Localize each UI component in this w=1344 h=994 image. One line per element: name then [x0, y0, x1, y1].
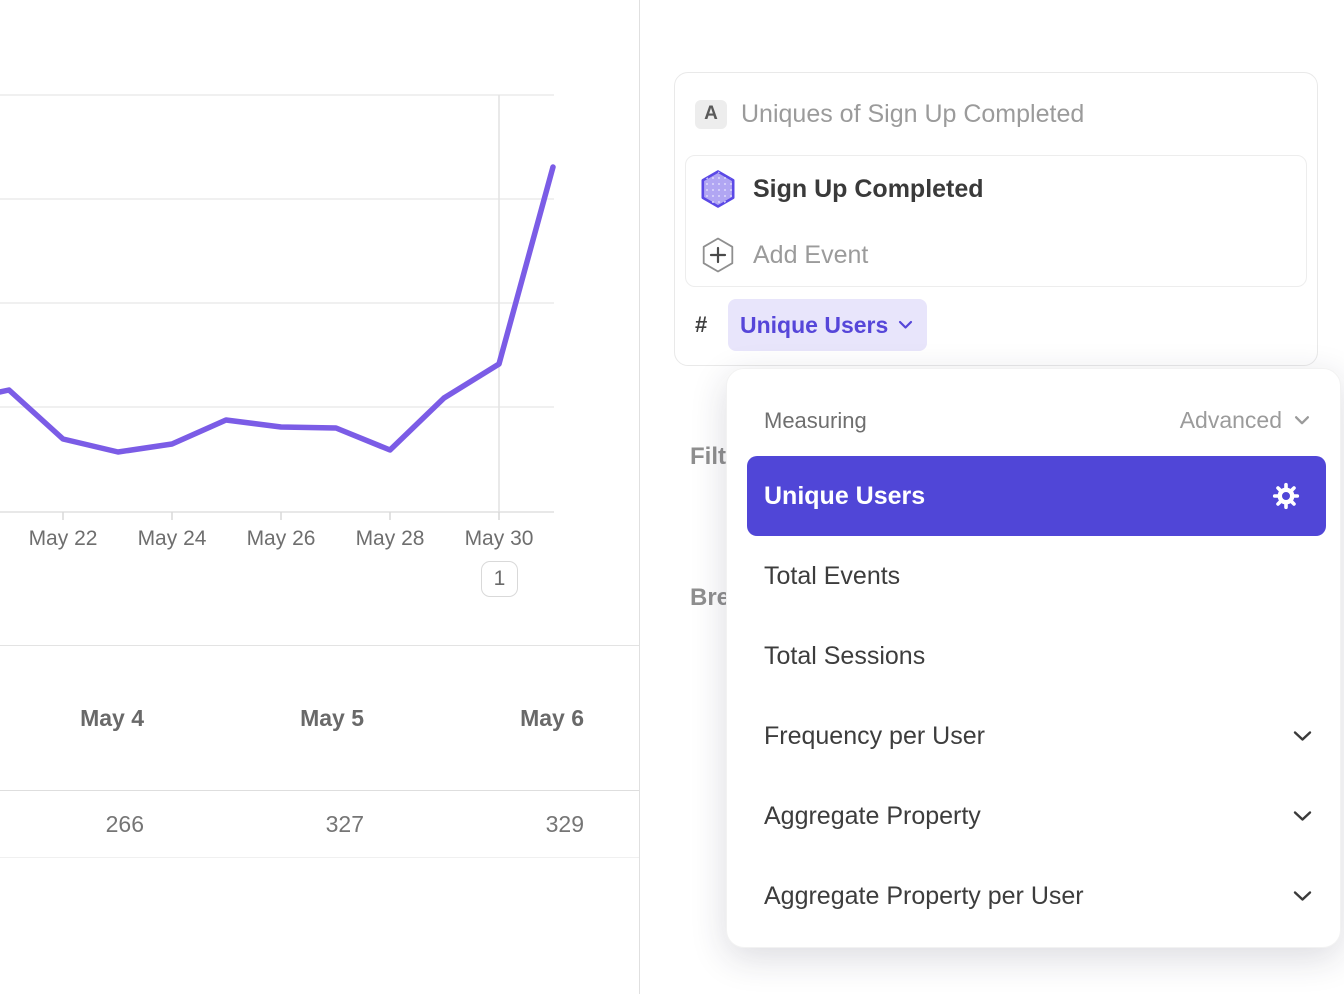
- svg-text:May 22: May 22: [29, 527, 98, 550]
- menu-item-label: Frequency per User: [764, 722, 1293, 751]
- event-row[interactable]: Sign Up Completed: [686, 156, 1306, 222]
- add-event-plus-icon: [699, 236, 737, 274]
- event-card: Sign Up Completed Add Event: [685, 155, 1307, 287]
- measuring-dropdown-header: Measuring Advanced: [727, 369, 1340, 456]
- menu-item-label: Unique Users: [764, 482, 1271, 511]
- measuring-menu-list: Unique Users Total Events Total Sessions F…: [727, 456, 1340, 936]
- filter-section-label: Filt: [690, 443, 726, 471]
- svg-text:May 26: May 26: [247, 527, 316, 550]
- column-header: May 4: [0, 705, 144, 732]
- table-value: 327: [144, 811, 364, 838]
- chevron-down-icon: [898, 320, 913, 330]
- menu-item-label: Aggregate Property per User: [764, 882, 1293, 911]
- add-event-label: Add Event: [753, 241, 868, 270]
- page-number-badge[interactable]: 1: [481, 561, 518, 597]
- measuring-menu-item[interactable]: Total Sessions: [727, 616, 1340, 696]
- panel-divider: [639, 0, 640, 994]
- metric-selector-pill[interactable]: Unique Users: [728, 299, 927, 351]
- event-name: Sign Up Completed: [753, 175, 984, 204]
- series-title: Uniques of Sign Up Completed: [741, 100, 1084, 129]
- svg-text:May 24: May 24: [138, 527, 207, 550]
- menu-item-label: Total Events: [764, 562, 1312, 591]
- metric-row: # Unique Users: [695, 298, 927, 352]
- series-row: A Uniques of Sign Up Completed: [695, 99, 1084, 129]
- column-header: May 5: [144, 705, 364, 732]
- measuring-menu-item[interactable]: Unique Users: [747, 456, 1326, 536]
- metric-selector-value: Unique Users: [740, 312, 888, 339]
- query-card: A Uniques of Sign Up Completed Sign Up C…: [674, 72, 1318, 366]
- measuring-label: Measuring: [764, 408, 1180, 434]
- series-letter-badge: A: [695, 100, 727, 129]
- menu-item-label: Total Sessions: [764, 642, 1312, 671]
- column-header: May 6: [364, 705, 584, 732]
- gear-icon[interactable]: [1271, 481, 1301, 511]
- chevron-down-icon: [1294, 415, 1310, 426]
- measuring-menu-item[interactable]: Aggregate Property per User: [727, 856, 1340, 936]
- chevron-down-icon: [1293, 730, 1312, 742]
- summary-table-value-row: 266 327 329: [0, 791, 639, 858]
- metric-hash-prefix: #: [695, 312, 721, 338]
- measuring-menu-item[interactable]: Aggregate Property: [727, 776, 1340, 856]
- svg-text:May 30: May 30: [465, 527, 534, 550]
- chevron-down-icon: [1293, 810, 1312, 822]
- measuring-menu-item[interactable]: Total Events: [727, 536, 1340, 616]
- advanced-mode-selector[interactable]: Advanced: [1180, 407, 1310, 434]
- measuring-menu-item[interactable]: Frequency per User: [727, 696, 1340, 776]
- table-value: 266: [0, 811, 144, 838]
- event-hexagon-icon: [699, 170, 737, 208]
- svg-text:May 28: May 28: [356, 527, 425, 550]
- add-event-button[interactable]: Add Event: [686, 222, 1306, 288]
- chevron-down-icon: [1293, 890, 1312, 902]
- summary-table-header-row: May 4 May 5 May 6: [0, 646, 639, 791]
- breakdown-section-label: Bre: [690, 584, 730, 612]
- line-chart: May 22 May 24 May 26 May 28 May 30: [0, 0, 639, 620]
- measuring-dropdown: Measuring Advanced Unique Users Total Ev…: [726, 368, 1341, 948]
- table-value: 329: [364, 811, 584, 838]
- advanced-mode-value: Advanced: [1180, 407, 1282, 434]
- summary-table: May 4 May 5 May 6 266 327 329: [0, 645, 639, 858]
- chart-panel: May 22 May 24 May 26 May 28 May 30 1: [0, 0, 639, 645]
- menu-item-label: Aggregate Property: [764, 802, 1293, 831]
